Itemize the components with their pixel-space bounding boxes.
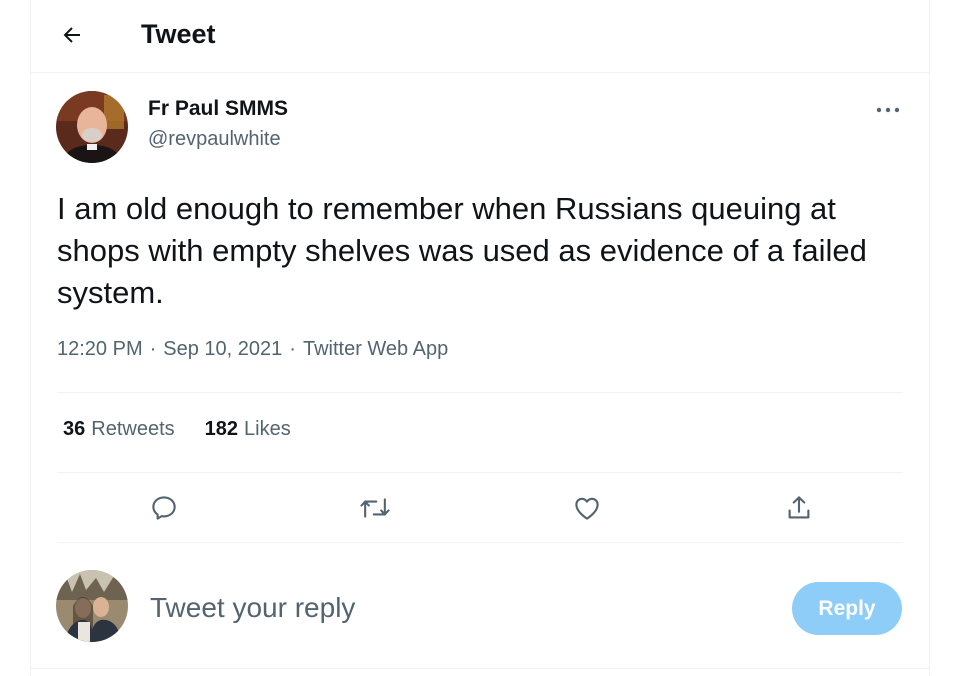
user-avatar[interactable] bbox=[56, 570, 128, 642]
retweets-count: 36 bbox=[63, 418, 86, 440]
divider bbox=[57, 392, 903, 393]
more-options-button[interactable] bbox=[873, 98, 903, 122]
tweet-source[interactable]: Twitter Web App bbox=[303, 338, 448, 361]
reply-button[interactable] bbox=[145, 489, 183, 527]
share-button[interactable] bbox=[780, 489, 818, 527]
divider bbox=[57, 542, 903, 543]
author-avatar[interactable] bbox=[56, 91, 128, 163]
top-bar: Tweet bbox=[31, 0, 929, 73]
tweet-meta: 12:20 PM · Sep 10, 2021 · Twitter Web Ap… bbox=[57, 338, 448, 361]
likes-count: 182 bbox=[204, 418, 238, 440]
reply-submit-button[interactable]: Reply bbox=[792, 582, 902, 635]
like-button[interactable] bbox=[568, 489, 606, 527]
meta-separator: · bbox=[149, 338, 157, 360]
tweet-column: Tweet Fr Paul SMMS @revpaulwhite I am ol… bbox=[30, 0, 930, 676]
retweet-icon bbox=[360, 498, 390, 518]
retweets-label: Retweets bbox=[91, 418, 175, 440]
back-button[interactable] bbox=[53, 16, 91, 54]
likes-label: Likes bbox=[244, 418, 291, 440]
more-icon bbox=[876, 107, 900, 113]
tweet-stats: 36 Retweets 182 Likes bbox=[63, 418, 291, 441]
author-handle[interactable]: @revpaulwhite bbox=[148, 128, 281, 151]
author-avatar-image bbox=[56, 91, 128, 163]
tweet-time[interactable]: 12:20 PM bbox=[57, 338, 143, 361]
user-avatar-image bbox=[56, 570, 128, 642]
page-title: Tweet bbox=[141, 19, 216, 49]
divider bbox=[31, 668, 929, 669]
tweet-actions bbox=[57, 473, 903, 542]
share-icon bbox=[788, 496, 810, 519]
reply-input[interactable]: Tweet your reply bbox=[150, 592, 355, 624]
meta-separator: · bbox=[289, 338, 296, 360]
retweets-stat[interactable]: 36 Retweets bbox=[63, 418, 175, 441]
like-icon bbox=[575, 497, 599, 520]
arrow-left-icon bbox=[63, 27, 80, 43]
retweet-button[interactable] bbox=[356, 489, 394, 527]
tweet-text: I am old enough to remember when Russian… bbox=[57, 191, 867, 310]
author-name[interactable]: Fr Paul SMMS bbox=[148, 97, 288, 121]
reply-icon bbox=[152, 496, 176, 520]
likes-stat[interactable]: 182 Likes bbox=[205, 418, 291, 441]
tweet-date[interactable]: Sep 10, 2021 bbox=[163, 338, 282, 361]
